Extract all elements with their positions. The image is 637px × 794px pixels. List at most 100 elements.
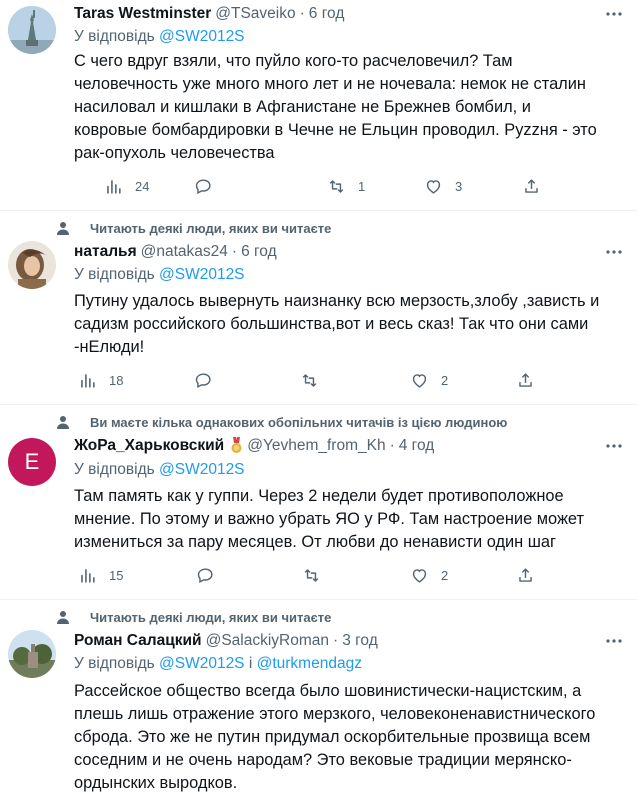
tweet-text: Путину удалось вывернуть наизнанку всю м…	[74, 290, 626, 359]
reply-joiner: і	[248, 655, 253, 672]
retweet-button[interactable]	[302, 564, 321, 586]
analytics-button[interactable]: 18	[78, 369, 123, 391]
social-context: Читають деякі люди, яких ви читаєте	[56, 221, 331, 236]
like-count: 2	[441, 372, 449, 388]
analytics-icon	[81, 373, 95, 388]
analytics-count: 15	[109, 567, 124, 583]
timestamp[interactable]: 4 год	[399, 437, 435, 455]
person-icon	[57, 222, 69, 235]
reply-button[interactable]	[196, 564, 215, 586]
tweet-text: Там память как у гуппи. Через 2 недели б…	[74, 485, 626, 554]
mention-link[interactable]: @SW2012S	[159, 461, 245, 478]
retweet-button[interactable]	[300, 369, 319, 391]
more-icon[interactable]	[605, 632, 623, 650]
statue-of-liberty-photo	[8, 6, 56, 54]
display-name[interactable]: ЖоРа_Харьковский	[74, 437, 224, 455]
reply-context: У відповідь @SW2012S і @turkmendagz	[74, 655, 362, 673]
like-icon	[412, 568, 427, 583]
reply-icon	[197, 567, 213, 583]
more-icon[interactable]	[605, 243, 623, 261]
retweet-icon	[302, 373, 317, 387]
text-line: соседним и не очень народам? Это вековые…	[74, 751, 572, 769]
profile-photo	[8, 630, 56, 678]
replies-feed: Taras Westminster @TSaveiko · 6 год У ві…	[0, 0, 637, 794]
action-bar: 24 1 3	[74, 175, 574, 197]
like-count: 2	[441, 567, 449, 583]
reply-prefix: У відповідь	[74, 266, 155, 283]
separator-dot: ·	[389, 437, 395, 454]
more-icon[interactable]	[605, 437, 623, 455]
user-handle[interactable]: @Yevhem_from_Kh	[247, 437, 385, 455]
avatar-letter: E	[24, 449, 40, 474]
avatar[interactable]	[8, 241, 56, 289]
tweet-1[interactable]: Taras Westminster @TSaveiko · 6 год У ві…	[0, 0, 637, 211]
like-button[interactable]: 3	[424, 175, 462, 197]
mention-link[interactable]: @SW2012S	[159, 655, 245, 672]
mention-link[interactable]: @turkmendagz	[257, 655, 362, 672]
mention-link[interactable]: @SW2012S	[159, 266, 245, 283]
text-line: измениться за пару месяцев. От любви до …	[74, 533, 557, 551]
tweet-4[interactable]: Читають деякі люди, яких ви читаєте Рома…	[0, 600, 637, 794]
mention-link[interactable]: @SW2012S	[159, 28, 245, 45]
share-icon	[519, 567, 532, 582]
share-button[interactable]	[516, 564, 535, 586]
social-context-text: Читають деякі люди, яких ви читаєте	[90, 609, 332, 625]
timestamp[interactable]: 6 год	[241, 243, 277, 261]
display-name[interactable]: наталья	[74, 243, 137, 261]
analytics-button[interactable]: 24	[104, 175, 149, 197]
social-context-text: Читають деякі люди, яких ви читаєте	[90, 220, 332, 236]
user-handle[interactable]: @natakas24	[141, 243, 228, 261]
text-line: мнение. По этому и важно убрать ЯО у РФ.…	[74, 510, 584, 528]
analytics-icon	[81, 568, 95, 583]
profile-photo	[8, 241, 56, 289]
person-icon	[57, 416, 69, 429]
social-context-text: Ви маєте кілька однакових обопільних чит…	[90, 414, 508, 430]
reply-button[interactable]	[194, 175, 213, 197]
social-context: Читають деякі люди, яких ви читаєте	[56, 610, 331, 625]
reply-button[interactable]	[194, 369, 213, 391]
medal-badge-icon	[231, 437, 242, 453]
share-button[interactable]	[516, 369, 535, 391]
reply-context: У відповідь @SW2012S	[74, 266, 245, 284]
text-line: садизм российского большинства,вот и вес…	[74, 315, 589, 333]
text-line: Там память как у гуппи. Через 2 недели б…	[74, 487, 564, 505]
tweet-header: Роман Салацкий @SalackiyRoman · 3 год	[74, 630, 597, 652]
separator-dot: ·	[231, 243, 238, 260]
text-line: ордынских выродков.	[74, 774, 238, 792]
person-icon	[57, 611, 69, 624]
text-line: человечность уже много много лет и не но…	[74, 75, 586, 93]
user-handle[interactable]: @TSaveiko	[215, 5, 295, 23]
timestamp[interactable]: 6 год	[309, 5, 345, 23]
separator-dot: ·	[333, 632, 339, 649]
text-line: ковровые бомбардировки в Чечне не Ельцин…	[74, 121, 597, 139]
analytics-button[interactable]: 15	[78, 564, 123, 586]
share-button[interactable]	[522, 175, 541, 197]
analytics-count: 24	[135, 178, 150, 194]
display-name[interactable]: Taras Westminster	[74, 5, 211, 23]
reply-prefix: У відповідь	[74, 28, 155, 45]
retweet-button[interactable]: 1	[327, 175, 365, 197]
avatar[interactable]	[8, 6, 56, 54]
social-context: Ви маєте кілька однакових обопільних чит…	[56, 415, 507, 430]
like-button[interactable]: 2	[410, 564, 448, 586]
reply-icon	[195, 372, 211, 388]
reply-prefix: У відповідь	[74, 655, 155, 672]
tweet-header: наталья @natakas24 · 6 год	[74, 241, 597, 263]
more-icon[interactable]	[605, 5, 623, 23]
user-handle[interactable]: @SalackiyRoman	[206, 632, 329, 650]
avatar[interactable]: E	[8, 438, 56, 486]
reply-context: У відповідь @SW2012S	[74, 28, 245, 46]
like-button[interactable]: 2	[410, 369, 448, 391]
timestamp[interactable]: 3 год	[342, 632, 378, 650]
avatar[interactable]	[8, 630, 56, 678]
tweet-3[interactable]: Ви маєте кілька однакових обопільних чит…	[0, 405, 637, 600]
tweet-2[interactable]: Читають деякі люди, яких ви читаєте ната…	[0, 211, 637, 405]
share-icon	[519, 372, 532, 387]
retweet-icon	[329, 179, 344, 193]
tweet-text: Рассейское общество всегда было шовинист…	[74, 680, 626, 794]
analytics-icon	[107, 179, 121, 194]
text-line: С чего вдруг взяли, что пуйло кого-то ра…	[74, 52, 513, 70]
action-bar: 18 2	[74, 369, 574, 391]
display-name[interactable]: Роман Салацкий	[74, 632, 202, 650]
text-line: Рассейское общество всегда было шовинист…	[74, 682, 582, 700]
